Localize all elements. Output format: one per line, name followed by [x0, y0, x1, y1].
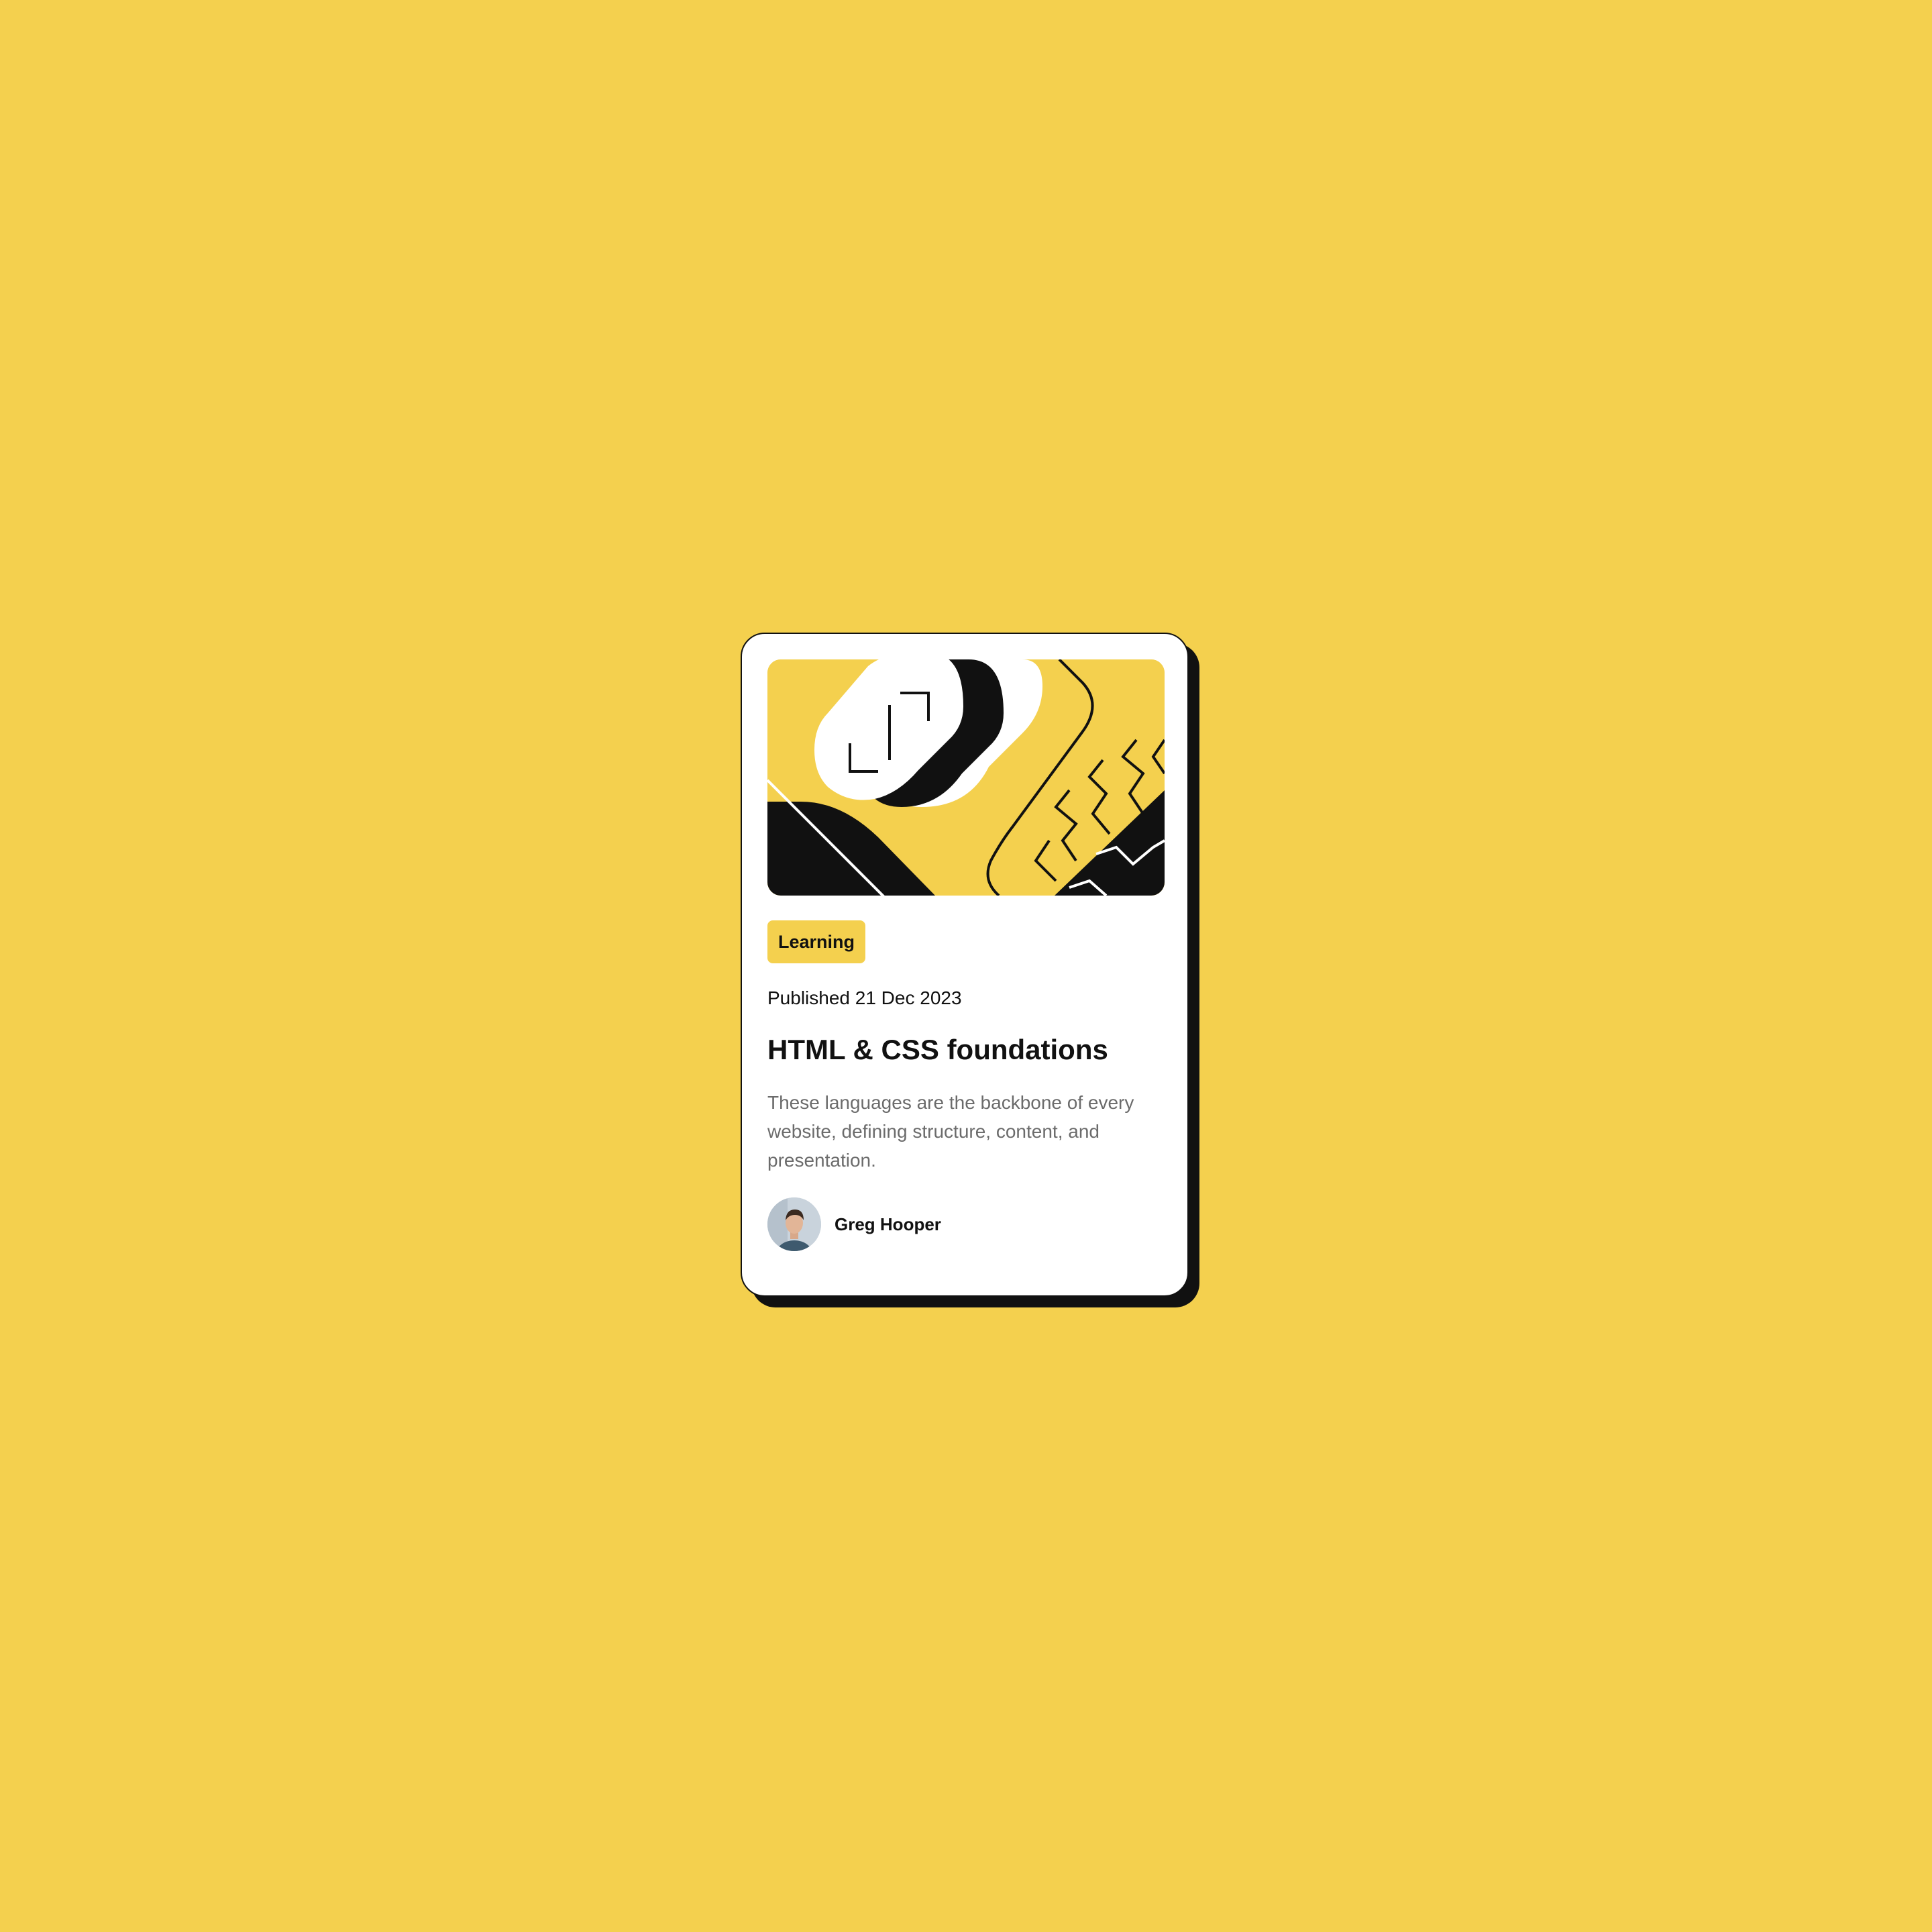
hero-illustration	[767, 659, 1165, 896]
author-block: Greg Hooper	[767, 1197, 941, 1251]
category-tag[interactable]: Learning	[767, 920, 866, 963]
article-description: These languages are the backbone of ever…	[767, 1092, 1134, 1171]
published-date: Published 21 Dec 2023	[767, 987, 962, 1008]
author-avatar	[767, 1197, 821, 1251]
article-title[interactable]: HTML & CSS foundations	[767, 1031, 1108, 1069]
author-name: Greg Hooper	[835, 1214, 941, 1234]
blog-preview-card: Learning Published 21 Dec 2023 HTML & CS…	[741, 633, 1189, 1297]
